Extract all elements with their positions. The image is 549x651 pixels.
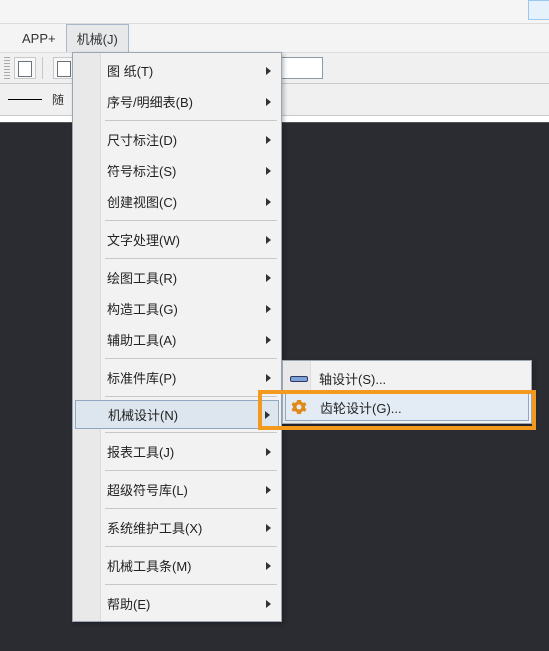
submenu-arrow-icon [266, 98, 271, 106]
toolbar-button-1[interactable] [14, 57, 36, 79]
menu-item-label: 文字处理(W) [107, 230, 180, 249]
menu-item-label: 机械工具条(M) [107, 556, 192, 575]
linetype-preview-icon [8, 99, 42, 100]
submenu-arrow-icon [266, 336, 271, 344]
submenu-item[interactable]: 轴设计(S)... [285, 363, 529, 393]
toolbar-separator [42, 57, 43, 79]
menu-item-label: 报表工具(J) [107, 442, 174, 461]
menu-item[interactable]: 机械设计(N) [75, 400, 279, 429]
menu-item[interactable]: 尺寸标注(D) [75, 124, 279, 155]
menu-item-label: 创建视图(C) [107, 192, 177, 211]
menu-separator [105, 470, 277, 471]
menu-item-label: 序号/明细表(B) [107, 92, 193, 111]
menu-item[interactable]: 创建视图(C) [75, 186, 279, 217]
submenu-arrow-icon [265, 411, 270, 419]
menu-item-label: 帮助(E) [107, 594, 150, 613]
tab-app[interactable]: APP+ [12, 27, 66, 50]
menu-item[interactable]: 辅助工具(A) [75, 324, 279, 355]
menu-separator [105, 220, 277, 221]
submenu-arrow-icon [266, 274, 271, 282]
axis-icon [290, 372, 306, 384]
submenu-item-label: 齿轮设计(G)... [320, 398, 402, 417]
menu-item-label: 符号标注(S) [107, 161, 176, 180]
menu-item[interactable]: 标准件库(P) [75, 362, 279, 393]
mechanical-design-submenu: 轴设计(S)... 齿轮设计(G)... [282, 360, 532, 424]
submenu-arrow-icon [266, 167, 271, 175]
menu-item-label: 超级符号库(L) [107, 480, 188, 499]
toolbar-handle[interactable] [4, 57, 10, 79]
submenu-arrow-icon [266, 305, 271, 313]
menu-item[interactable]: 报表工具(J) [75, 436, 279, 467]
menu-separator [105, 120, 277, 121]
submenu-arrow-icon [266, 486, 271, 494]
menu-item-label: 尺寸标注(D) [107, 130, 177, 149]
submenu-arrow-icon [266, 374, 271, 382]
menu-item-label: 绘图工具(R) [107, 268, 177, 287]
menu-item-label: 辅助工具(A) [107, 330, 176, 349]
menu-separator [105, 432, 277, 433]
menu-separator [105, 396, 277, 397]
menu-item-label: 系统维护工具(X) [107, 518, 202, 537]
menu-item[interactable]: 系统维护工具(X) [75, 512, 279, 543]
menu-item-label: 构造工具(G) [107, 299, 178, 318]
menu-separator [105, 584, 277, 585]
menu-item[interactable]: 文字处理(W) [75, 224, 279, 255]
submenu-arrow-icon [266, 198, 271, 206]
menu-separator [105, 258, 277, 259]
submenu-arrow-icon [266, 524, 271, 532]
menu-item[interactable]: 机械工具条(M) [75, 550, 279, 581]
submenu-arrow-icon [266, 562, 271, 570]
combo-3-text: 随 [52, 91, 64, 108]
menu-item[interactable]: 符号标注(S) [75, 155, 279, 186]
gear-icon [291, 399, 307, 415]
menu-item-label: 机械设计(N) [108, 405, 178, 424]
menu-separator [105, 546, 277, 547]
mechanical-menu: 图 纸(T) 序号/明细表(B) 尺寸标注(D) 符号标注(S) 创建视图(C) 文字处理… [72, 52, 282, 622]
menu-item[interactable]: 绘图工具(R) [75, 262, 279, 293]
menu-item[interactable]: 构造工具(G) [75, 293, 279, 324]
title-strip [0, 0, 549, 24]
tab-mechanical[interactable]: 机械(J) [66, 24, 129, 53]
submenu-arrow-icon [266, 136, 271, 144]
menu-item[interactable]: 序号/明细表(B) [75, 86, 279, 117]
corner-button[interactable] [528, 0, 549, 20]
submenu-item-label: 轴设计(S)... [319, 369, 386, 388]
menu-item[interactable]: 图 纸(T) [75, 55, 279, 86]
menu-item-label: 标准件库(P) [107, 368, 176, 387]
submenu-arrow-icon [266, 67, 271, 75]
submenu-item[interactable]: 齿轮设计(G)... [285, 393, 529, 421]
submenu-arrow-icon [266, 236, 271, 244]
menu-item-label: 图 纸(T) [107, 61, 153, 80]
menu-separator [105, 358, 277, 359]
menu-separator [105, 508, 277, 509]
menu-item[interactable]: 帮助(E) [75, 588, 279, 619]
submenu-arrow-icon [266, 600, 271, 608]
submenu-arrow-icon [266, 448, 271, 456]
menu-item[interactable]: 超级符号库(L) [75, 474, 279, 505]
menu-bar: APP+ 机械(J) [0, 24, 549, 52]
